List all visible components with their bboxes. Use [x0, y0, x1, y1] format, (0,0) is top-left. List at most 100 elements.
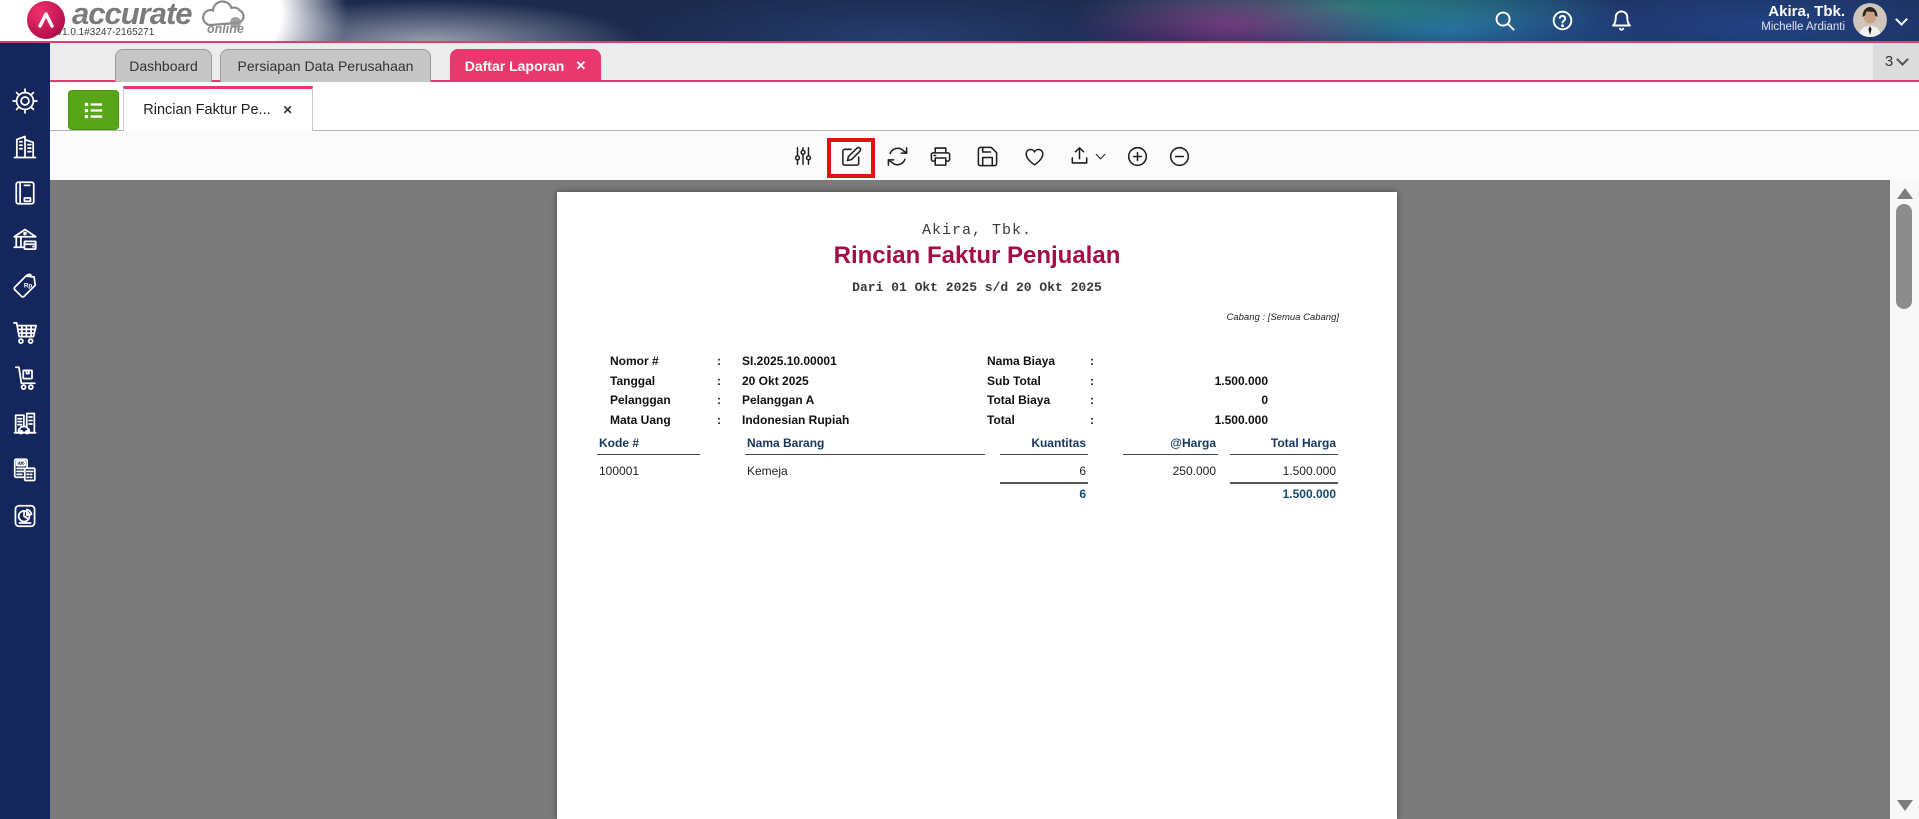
- user-chevron-down-icon[interactable]: [1895, 13, 1908, 26]
- table-total: 6: [1000, 484, 1088, 501]
- column-header: Kuantitas: [1000, 436, 1088, 455]
- zoom-out-button[interactable]: [1162, 139, 1196, 173]
- info-row: Pelanggan:Pelanggan A: [610, 393, 849, 413]
- sidebar-item-settings[interactable]: [11, 87, 39, 115]
- help-icon[interactable]: [1551, 9, 1575, 33]
- pie-chart-report-icon: [11, 502, 39, 530]
- app-window: accurate online v1.0.1#3247-2165271 Akir…: [0, 0, 1919, 819]
- report-list-button[interactable]: [68, 90, 119, 130]
- table-cell: Kemeja: [745, 455, 985, 482]
- sidebar-item-fixed-assets[interactable]: [11, 410, 39, 438]
- column-kuantitas: Kuantitas 6 6: [1000, 436, 1088, 501]
- decorative-dot: [230, 17, 241, 28]
- building-car-icon: [11, 410, 39, 438]
- sidebar-item-cash-bank[interactable]: [11, 226, 39, 254]
- save-button[interactable]: [970, 139, 1004, 173]
- close-icon[interactable]: ✕: [575, 58, 586, 74]
- svg-text:TAX: TAX: [17, 461, 25, 466]
- cart-icon: [11, 318, 39, 346]
- invoice-items-table: Kode # 100001 Nama Barang Kemeja Kuantit…: [557, 436, 1397, 526]
- report-toolbar: [50, 131, 1919, 180]
- report-period: Dari 01 Okt 2025 s/d 20 Okt 2025: [557, 280, 1397, 295]
- user-menu[interactable]: Akira, Tbk. Michelle Ardianti: [1650, 3, 1845, 35]
- print-button[interactable]: [923, 139, 957, 173]
- tab-daftar-laporan[interactable]: Daftar Laporan ✕: [450, 49, 601, 82]
- top-header-bar: accurate online v1.0.1#3247-2165271 Akir…: [0, 0, 1919, 43]
- buildings-icon: [11, 133, 39, 161]
- sidebar-item-tax[interactable]: TAX: [11, 456, 39, 484]
- chevron-down-icon: [1896, 53, 1909, 66]
- scrollbar-thumb[interactable]: [1896, 204, 1912, 309]
- column-total-harga: Total Harga 1.500.000 1.500.000: [1230, 436, 1338, 501]
- tab-counter-dropdown[interactable]: 3: [1873, 43, 1919, 80]
- column-header: @Harga: [1123, 436, 1218, 455]
- sidebar-item-company[interactable]: [11, 133, 39, 161]
- user-name: Michelle Ardianti: [1650, 21, 1845, 35]
- tab-persiapan-data-perusahaan[interactable]: Persiapan Data Perusahaan: [220, 49, 431, 82]
- vertical-scrollbar[interactable]: [1890, 180, 1919, 819]
- column-header: Nama Barang: [745, 436, 985, 455]
- report-subtab[interactable]: Rincian Faktur Pe... ✕: [123, 86, 313, 131]
- report-title: Rincian Faktur Penjualan: [557, 242, 1397, 270]
- gear-icon: [11, 87, 39, 115]
- search-icon[interactable]: [1493, 9, 1517, 33]
- invoice-info-right: Nama Biaya: Sub Total:1.500.000 Total Bi…: [987, 354, 1268, 432]
- info-row: Nomor #:SI.2025.10.00001: [610, 354, 849, 374]
- price-tag-rp-icon: Rp: [11, 272, 39, 300]
- save-icon: [976, 145, 999, 168]
- table-cell: 1.500.000: [1230, 455, 1338, 484]
- export-button[interactable]: [1062, 139, 1110, 173]
- tab-label: Dashboard: [129, 58, 198, 74]
- edit-icon: [840, 145, 863, 168]
- scroll-down-arrow-icon[interactable]: [1897, 800, 1913, 811]
- sidebar-item-inventory[interactable]: [11, 364, 39, 392]
- tax-calculator-icon: TAX: [11, 456, 39, 484]
- zoom-in-icon: [1126, 145, 1149, 168]
- bank-icon: [11, 226, 39, 254]
- sidebar-item-reports[interactable]: [11, 502, 39, 530]
- print-icon: [929, 145, 952, 168]
- tab-count: 3: [1885, 53, 1893, 70]
- export-icon: [1068, 145, 1091, 168]
- sidebar-item-sales[interactable]: Rp: [11, 272, 39, 300]
- favorite-button[interactable]: [1017, 139, 1051, 173]
- sidebar-item-purchases[interactable]: [11, 318, 39, 346]
- table-cell: 100001: [597, 455, 700, 482]
- edit-button[interactable]: [834, 139, 868, 173]
- report-page: Akira, Tbk. Rincian Faktur Penjualan Dar…: [557, 192, 1397, 819]
- report-tab-row: Rincian Faktur Pe... ✕: [50, 84, 1919, 131]
- sidebar-item-ledger[interactable]: [11, 179, 39, 207]
- filter-icon: [792, 145, 814, 167]
- report-company-name: Akira, Tbk.: [557, 222, 1397, 239]
- chevron-down-icon[interactable]: [1096, 150, 1106, 160]
- info-row: Tanggal:20 Okt 2025: [610, 374, 849, 394]
- tab-dashboard[interactable]: Dashboard: [115, 49, 212, 82]
- info-row: Nama Biaya:: [987, 354, 1268, 374]
- column-harga: @Harga 250.000: [1123, 436, 1218, 482]
- report-subtab-label: Rincian Faktur Pe...: [143, 102, 270, 118]
- hand-truck-icon: [11, 364, 39, 392]
- info-row: Mata Uang:Indonesian Rupiah: [610, 413, 849, 433]
- filter-button[interactable]: [786, 139, 820, 173]
- invoice-info-left: Nomor #:SI.2025.10.00001 Tanggal:20 Okt …: [610, 354, 849, 432]
- tab-label: Daftar Laporan: [465, 58, 565, 74]
- column-header: Kode #: [597, 436, 700, 455]
- book-icon: [11, 179, 39, 207]
- heart-icon: [1023, 145, 1046, 168]
- column-header: Total Harga: [1230, 436, 1338, 455]
- zoom-in-button[interactable]: [1120, 139, 1154, 173]
- column-nama-barang: Nama Barang Kemeja: [745, 436, 985, 482]
- left-sidebar: Rp TAX: [0, 43, 50, 819]
- info-row: Total Biaya:0: [987, 393, 1268, 413]
- refresh-button[interactable]: [880, 139, 914, 173]
- tab-label: Persiapan Data Perusahaan: [238, 58, 414, 74]
- svg-text:Rp: Rp: [24, 283, 33, 290]
- scroll-up-arrow-icon[interactable]: [1897, 188, 1913, 199]
- close-icon[interactable]: ✕: [283, 103, 293, 117]
- bell-icon[interactable]: [1610, 9, 1634, 33]
- avatar[interactable]: [1853, 3, 1887, 37]
- info-row: Sub Total:1.500.000: [987, 374, 1268, 394]
- table-cell: 6: [1000, 455, 1088, 484]
- list-icon: [82, 99, 105, 122]
- refresh-icon: [886, 145, 909, 168]
